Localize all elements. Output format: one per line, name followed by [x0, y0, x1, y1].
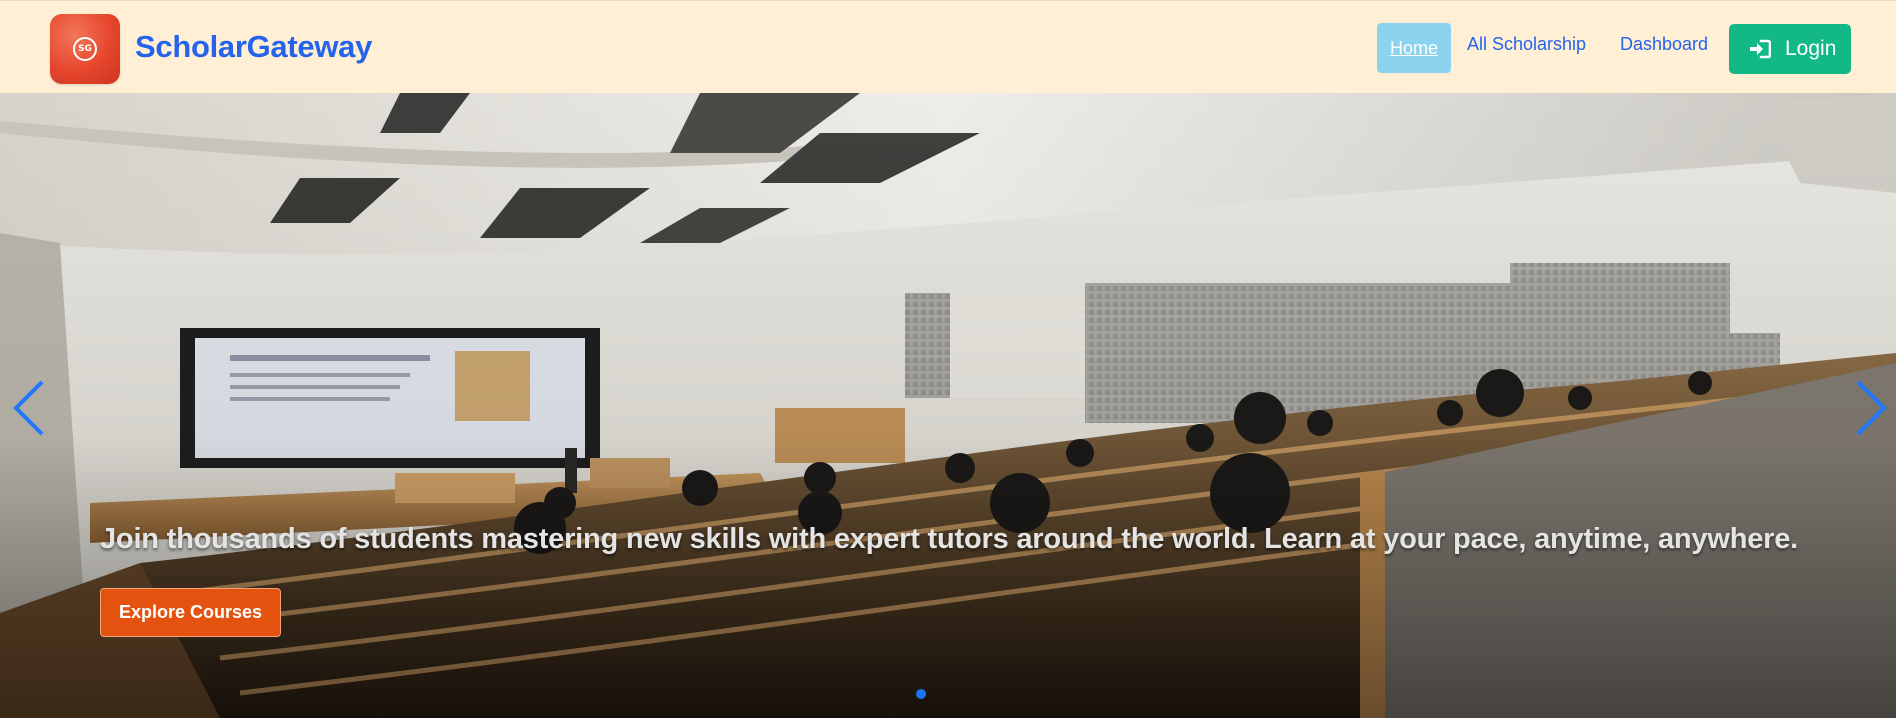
hero-carousel: Join thousands of students mastering new…: [0, 93, 1896, 718]
navbar: SG ScholarGateway Home All Scholarship D…: [0, 0, 1896, 93]
chevron-left-icon[interactable]: [10, 378, 50, 438]
chevron-right-icon[interactable]: [1850, 378, 1890, 438]
lecture-hall-image: [0, 93, 1896, 718]
nav-dashboard-link[interactable]: Dashboard: [1620, 23, 1708, 73]
login-label: Login: [1785, 37, 1837, 60]
logo-initials: SG: [73, 37, 97, 61]
explore-courses-button[interactable]: Explore Courses: [100, 588, 281, 637]
hero-headline: Join thousands of students mastering new…: [100, 523, 1799, 555]
sign-in-icon: [1750, 39, 1771, 59]
nav-home-link[interactable]: Home: [1377, 23, 1451, 73]
carousel-indicator-dot[interactable]: [916, 689, 926, 699]
login-button[interactable]: Login: [1729, 24, 1851, 74]
brand-name[interactable]: ScholarGateway: [135, 29, 372, 65]
logo[interactable]: SG: [50, 14, 120, 84]
nav-all-scholarship-link[interactable]: All Scholarship: [1467, 23, 1586, 73]
